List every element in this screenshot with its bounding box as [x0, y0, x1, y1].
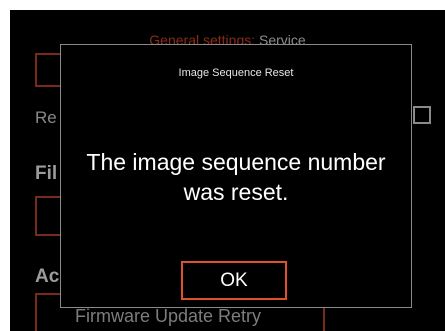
- background-checkbox: [413, 106, 431, 124]
- ok-button[interactable]: OK: [181, 261, 287, 300]
- background-section-heading-actions: Ac: [35, 266, 60, 287]
- dialog-title: Image Sequence Reset: [178, 67, 294, 79]
- camera-screen: General settings: Service Re Fil Ac Firm…: [10, 10, 445, 331]
- dialog-message: The image sequence number was reset.: [86, 149, 386, 205]
- background-row-label: Re: [35, 108, 57, 127]
- firmware-update-retry-label: Firmware Update Retry: [75, 306, 262, 326]
- background-section-heading-files: Fil: [35, 163, 58, 184]
- image-sequence-reset-dialog: Image Sequence Reset The image sequence …: [60, 44, 412, 308]
